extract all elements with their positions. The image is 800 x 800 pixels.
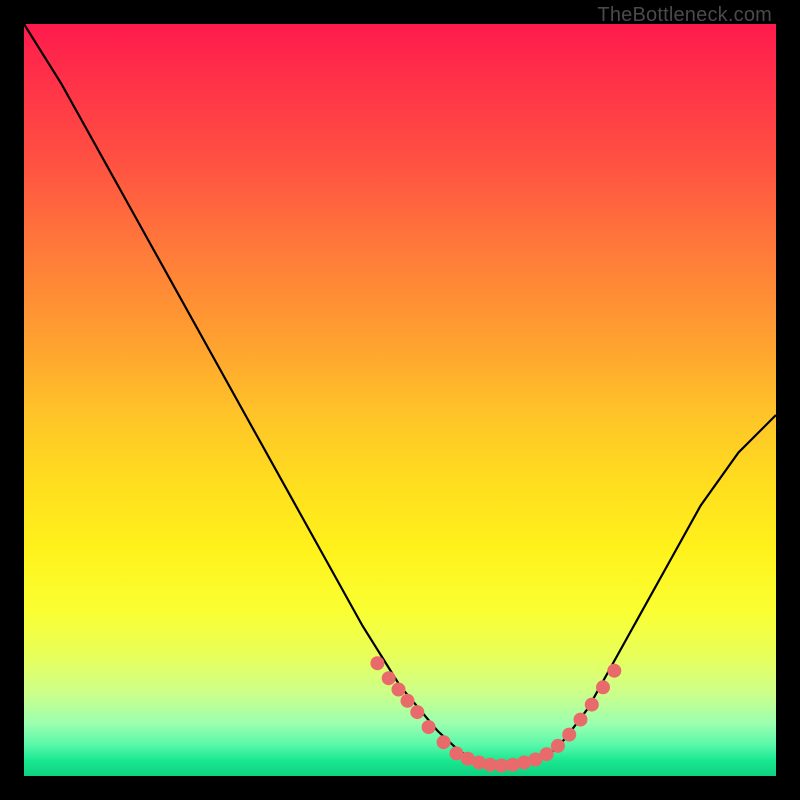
chart-stage: TheBottleneck.com [0,0,800,800]
data-point [574,713,588,727]
data-point [596,680,610,694]
marker-group [370,656,621,772]
data-point [437,735,451,749]
data-point [382,671,396,685]
data-point [551,739,565,753]
data-point [585,698,599,712]
data-point [401,694,415,708]
data-point [540,747,554,761]
data-point [562,728,576,742]
data-point [607,664,621,678]
chart-svg [24,24,776,776]
data-point [392,683,406,697]
bottleneck-curve [24,24,776,766]
data-point [370,656,384,670]
data-point [422,720,436,734]
plot-area [24,24,776,776]
data-point [410,705,424,719]
